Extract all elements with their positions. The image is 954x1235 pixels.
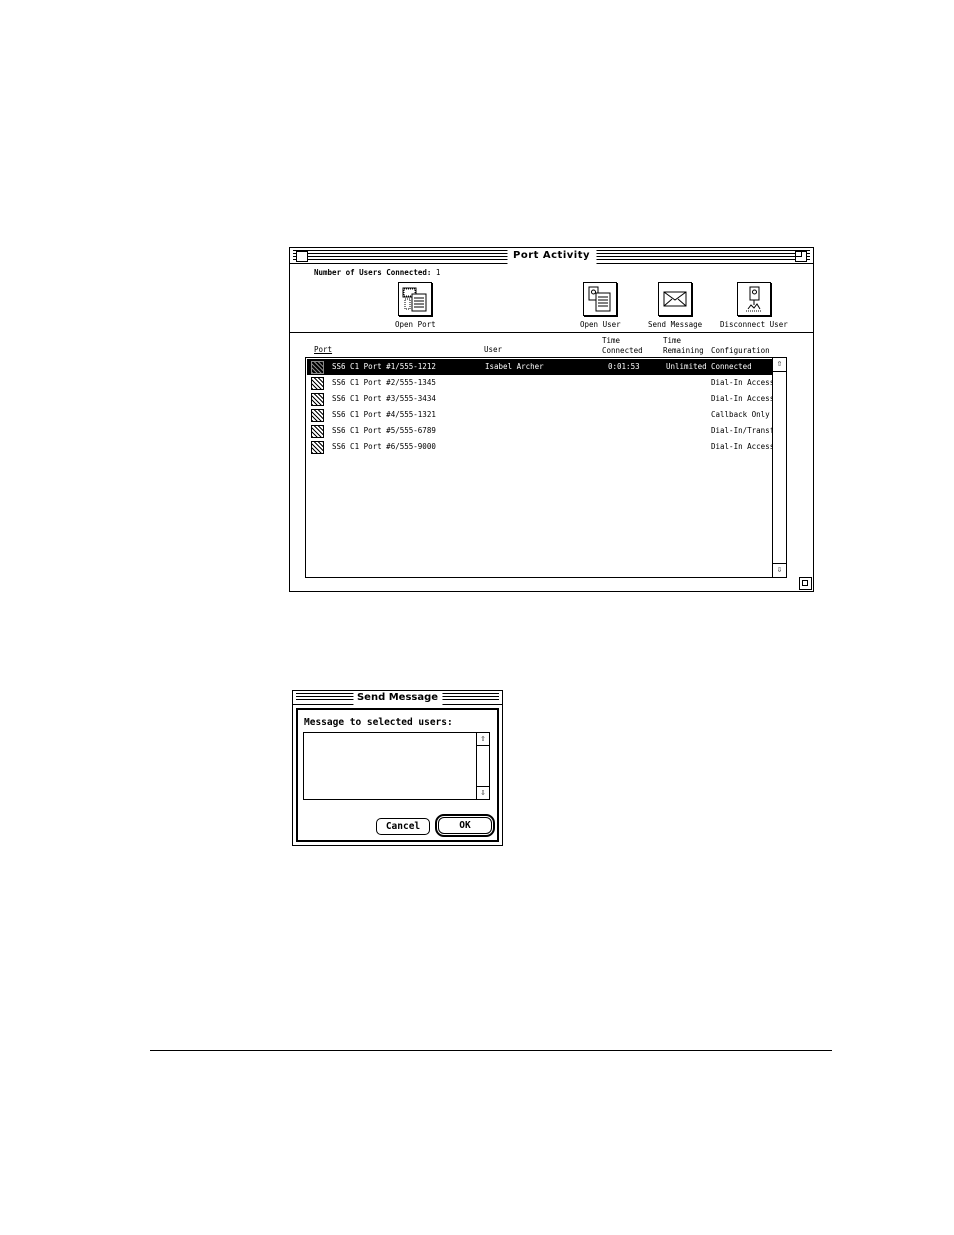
time-connected-header-line2: Connected [602, 346, 643, 355]
row-user: Isabel Archer [485, 362, 544, 371]
column-header-time-remaining[interactable]: Time Remaining [663, 336, 704, 356]
message-label: Message to selected users: [304, 717, 453, 728]
open-port-label: Open Port [395, 320, 436, 329]
row-configuration: Connected [711, 362, 752, 371]
toolbar-divider [290, 332, 813, 333]
row-port: SS6 C1 Port #6/555-9000 [332, 442, 436, 451]
port-list: SS6 C1 Port #1/555-1212 Isabel Archer 0:… [305, 357, 787, 578]
table-row[interactable]: SS6 C1 Port #5/555-6789 Dial-In/Transfer [307, 423, 783, 439]
table-row[interactable]: SS6 C1 Port #2/555-1345 Dial-In Access [307, 375, 775, 391]
disconnect-user-icon [736, 282, 771, 316]
title-bar[interactable]: Port Activity [290, 248, 813, 264]
row-time-connected: 0:01:53 [608, 362, 640, 371]
scroll-down-arrow-icon[interactable]: ⇩ [773, 563, 786, 577]
row-port: SS6 C1 Port #5/555-6789 [332, 426, 436, 435]
time-remaining-header-line2: Remaining [663, 346, 704, 355]
users-connected-line: Number of Users Connected: 1 [314, 268, 440, 277]
row-port: SS6 C1 Port #3/555-3434 [332, 394, 436, 403]
column-header-time-connected[interactable]: Time Connected [602, 336, 643, 356]
row-time-remaining: Unlimited [666, 362, 707, 371]
users-connected-label: Number of Users Connected: [314, 268, 432, 277]
message-input[interactable] [304, 733, 476, 799]
open-user-icon [583, 282, 618, 316]
column-header-port[interactable]: Port [314, 345, 332, 355]
scroll-down-arrow-icon[interactable]: ⇩ [477, 786, 489, 799]
open-user-button[interactable]: Open User [580, 282, 621, 329]
table-row[interactable]: SS6 C1 Port #4/555-1321 Callback Only [307, 407, 772, 423]
port-icon [311, 393, 324, 406]
column-header-user[interactable]: User [484, 345, 502, 355]
window-title: Port Activity [506, 248, 597, 264]
open-port-button[interactable]: Open Port [395, 282, 436, 329]
port-icon [311, 441, 324, 454]
zoom-box-icon[interactable] [795, 251, 807, 262]
table-row[interactable]: SS6 C1 Port #3/555-3434 Dial-In Access [307, 391, 775, 407]
disconnect-user-button[interactable]: Disconnect User [720, 282, 788, 329]
row-configuration: Dial-In Access [711, 394, 775, 403]
cancel-button[interactable]: Cancel [376, 818, 430, 835]
send-message-dialog: Send Message Message to selected users: … [292, 690, 503, 846]
row-port: SS6 C1 Port #1/555-1212 [332, 362, 436, 371]
dialog-title: Send Message [352, 691, 443, 705]
grow-box-icon[interactable] [799, 577, 812, 590]
time-remaining-header-line1: Time [663, 336, 682, 345]
table-row[interactable]: SS6 C1 Port #6/555-9000 Dial-In Access [307, 439, 775, 455]
message-field[interactable]: ⇧ ⇩ [303, 732, 490, 800]
close-box-icon[interactable] [296, 251, 308, 262]
row-configuration: Callback Only [711, 410, 770, 419]
send-message-button[interactable]: Send Message [648, 282, 702, 329]
row-port: SS6 C1 Port #2/555-1345 [332, 378, 436, 387]
time-connected-header-line1: Time [602, 336, 621, 345]
row-configuration: Dial-In Access [711, 378, 775, 387]
dialog-title-bar[interactable]: Send Message [293, 691, 502, 705]
port-icon [311, 361, 324, 374]
row-port: SS6 C1 Port #4/555-1321 [332, 410, 436, 419]
open-port-icon [398, 282, 433, 316]
port-icon [311, 409, 324, 422]
disconnect-user-label: Disconnect User [720, 320, 788, 329]
table-row[interactable]: SS6 C1 Port #1/555-1212 Isabel Archer 0:… [307, 359, 772, 375]
envelope-icon [658, 282, 693, 316]
message-scrollbar[interactable]: ⇧ ⇩ [476, 733, 489, 799]
list-scrollbar[interactable]: ⇧ ⇩ [772, 358, 786, 577]
port-icon [311, 377, 324, 390]
port-activity-window: Port Activity Number of Users Connected:… [289, 247, 814, 592]
scroll-up-arrow-icon[interactable]: ⇧ [773, 358, 786, 372]
scroll-up-arrow-icon[interactable]: ⇧ [477, 733, 489, 746]
users-connected-count: 1 [435, 268, 441, 277]
port-icon [311, 425, 324, 438]
page-divider [150, 1050, 832, 1051]
row-configuration: Dial-In Access [711, 442, 775, 451]
send-message-label: Send Message [648, 320, 703, 329]
ok-button[interactable]: OK [435, 814, 495, 837]
open-user-label: Open User [580, 320, 621, 329]
column-header-configuration[interactable]: Configuration [711, 346, 770, 356]
